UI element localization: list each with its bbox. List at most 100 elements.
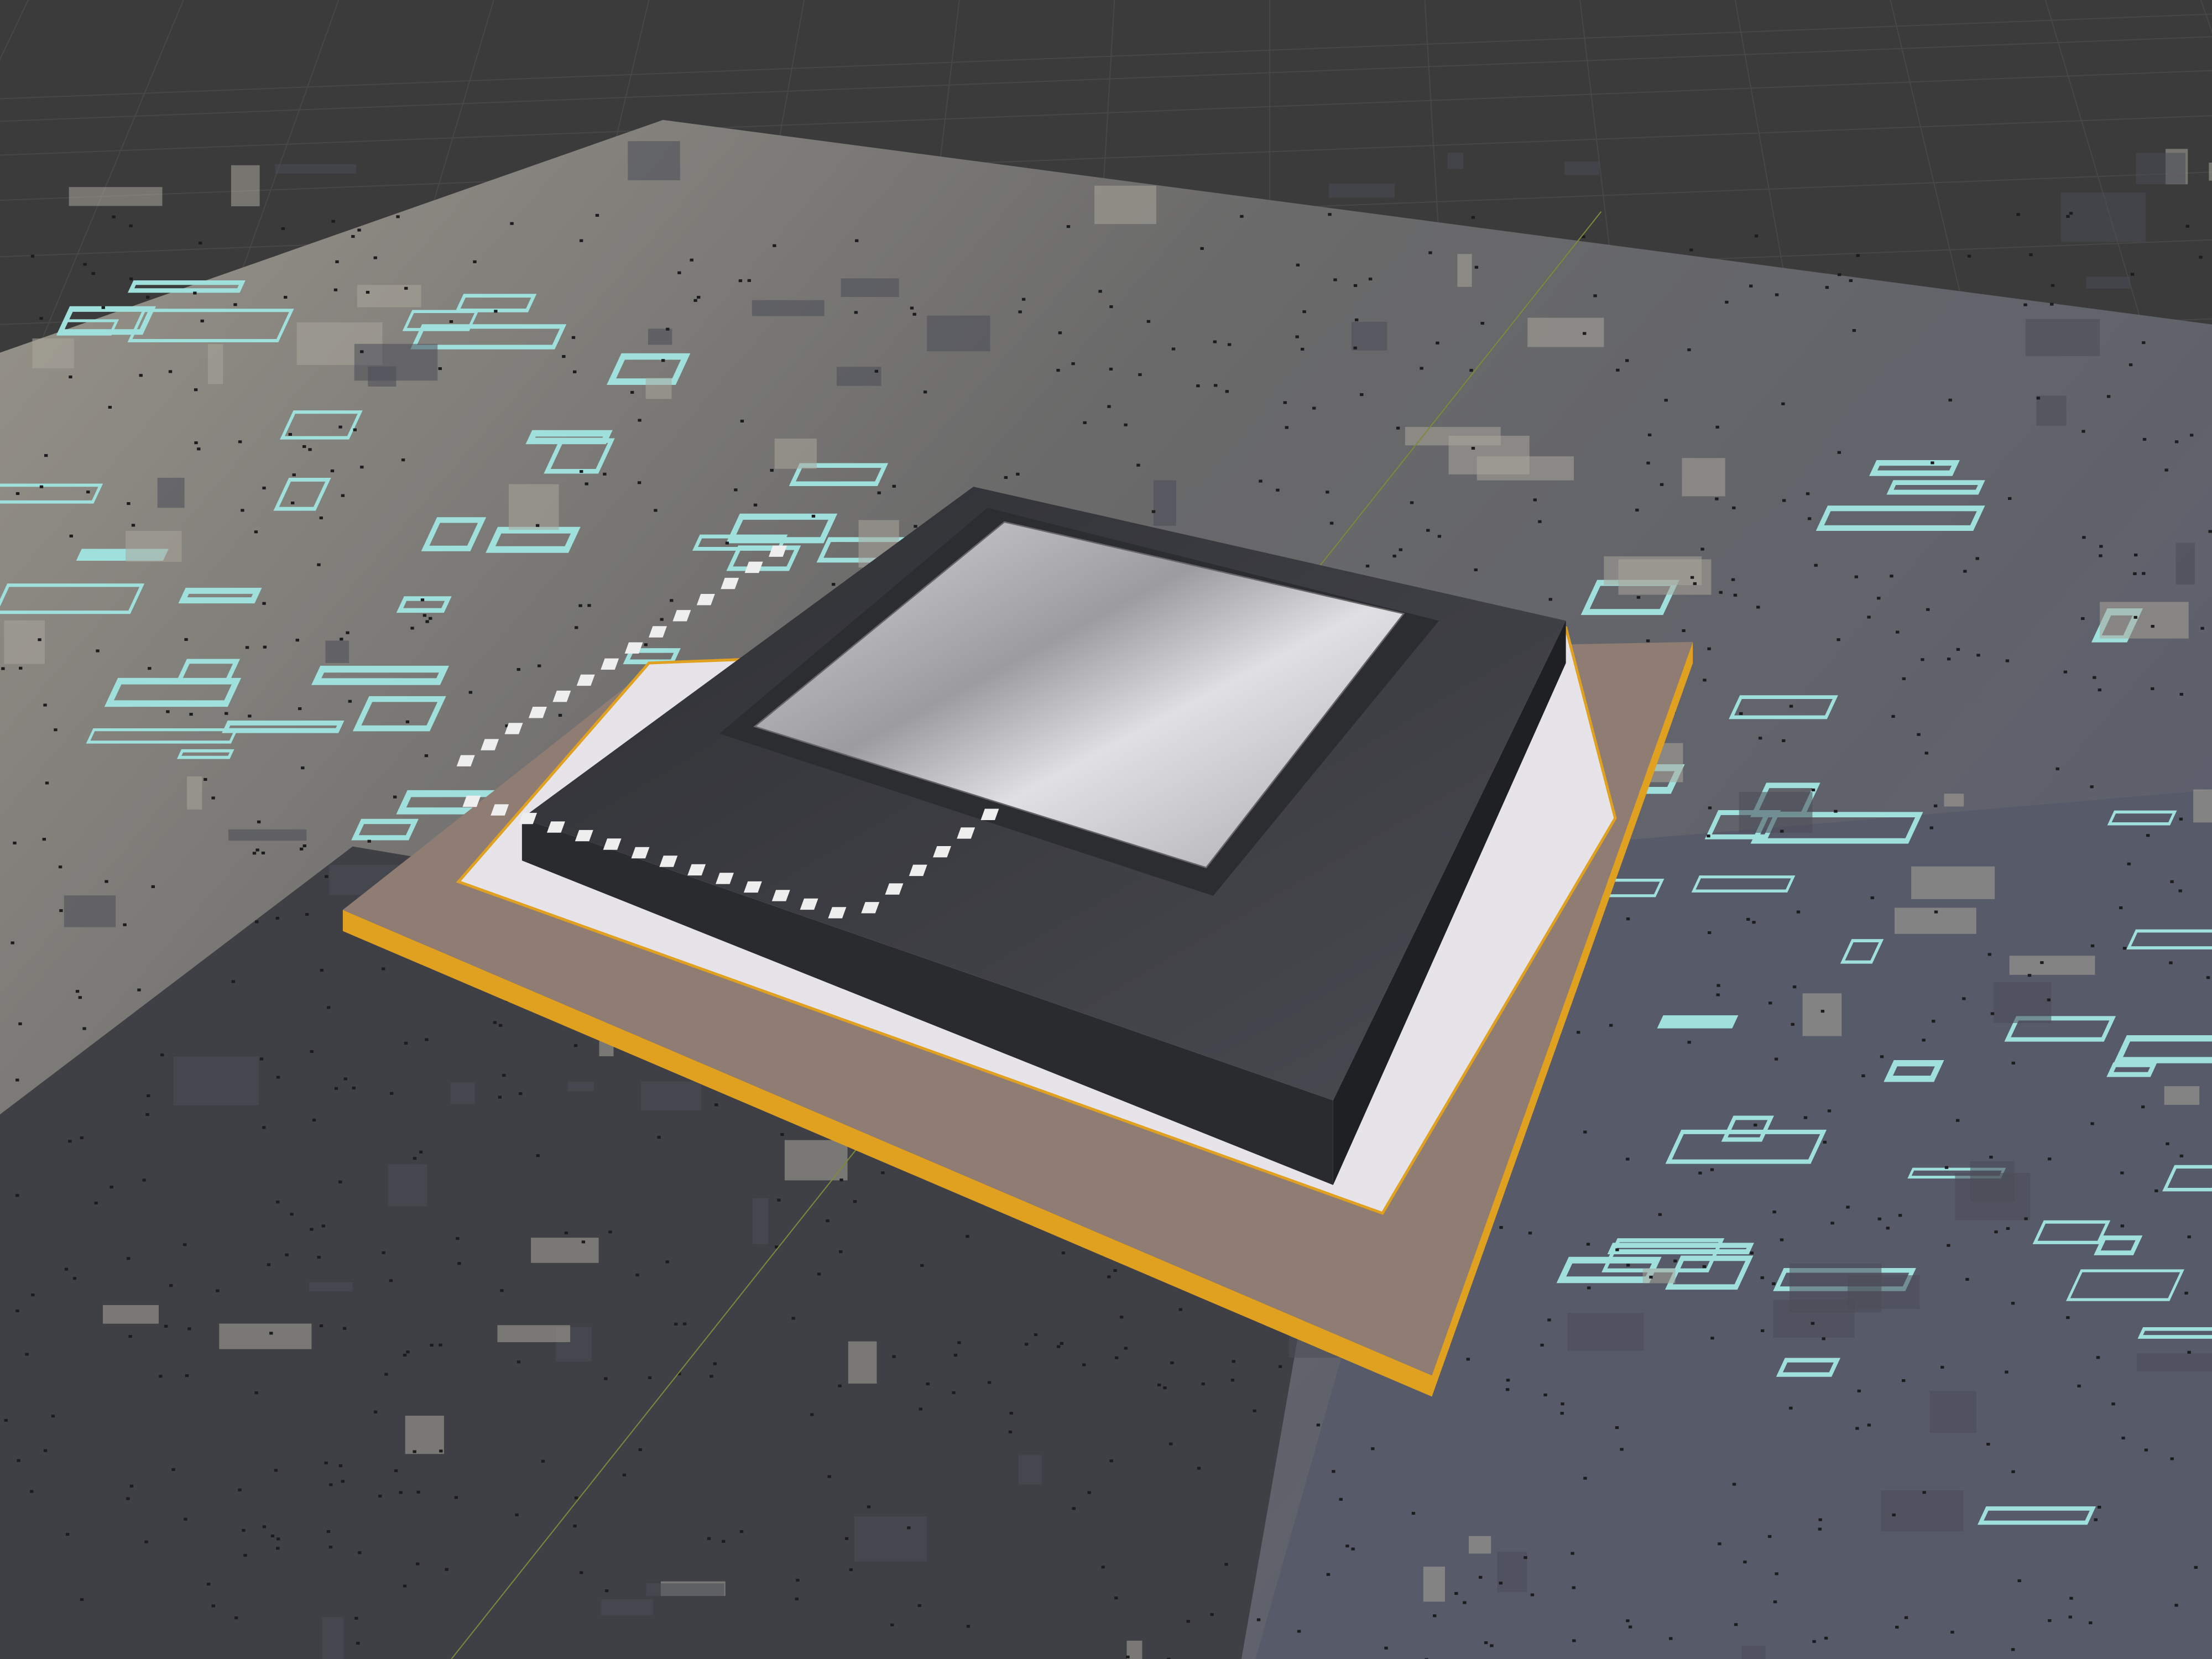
board-component bbox=[64, 895, 116, 927]
via bbox=[1838, 273, 1841, 276]
board-component bbox=[841, 278, 899, 297]
via bbox=[1962, 997, 1966, 1000]
via bbox=[1669, 1637, 1673, 1640]
board-component bbox=[1944, 794, 1964, 807]
via bbox=[327, 1006, 331, 1009]
via bbox=[1758, 737, 1762, 740]
via bbox=[283, 295, 288, 299]
via bbox=[1625, 359, 1629, 362]
via bbox=[1484, 1641, 1488, 1645]
via bbox=[2120, 1224, 2125, 1228]
via bbox=[1646, 639, 1650, 643]
via bbox=[15, 492, 20, 495]
via bbox=[2199, 255, 2203, 259]
via bbox=[129, 224, 133, 227]
via bbox=[2098, 1505, 2101, 1509]
via bbox=[1635, 508, 1639, 512]
via bbox=[1796, 910, 1801, 914]
3d-viewport[interactable] bbox=[0, 0, 2212, 1659]
via bbox=[2011, 1648, 2015, 1651]
via bbox=[1109, 1459, 1113, 1463]
via bbox=[473, 260, 477, 263]
via bbox=[1682, 629, 1686, 632]
via bbox=[406, 1350, 410, 1354]
via bbox=[1586, 1243, 1590, 1246]
via bbox=[734, 488, 738, 492]
via bbox=[1830, 1222, 1834, 1225]
via bbox=[1700, 547, 1704, 551]
via bbox=[1436, 341, 1439, 345]
via bbox=[738, 279, 743, 283]
via bbox=[1822, 1337, 1825, 1340]
board-component bbox=[207, 344, 223, 384]
via bbox=[697, 296, 701, 299]
via bbox=[360, 466, 364, 469]
via bbox=[105, 880, 108, 883]
via bbox=[1781, 402, 1785, 405]
via bbox=[428, 617, 432, 620]
via bbox=[351, 235, 355, 238]
via bbox=[1967, 254, 1971, 258]
via bbox=[211, 1604, 216, 1608]
via bbox=[1240, 215, 1244, 218]
via bbox=[502, 1073, 506, 1077]
via bbox=[966, 1235, 969, 1238]
via bbox=[151, 885, 155, 888]
via bbox=[373, 256, 377, 259]
via bbox=[1297, 1630, 1301, 1633]
via bbox=[1259, 479, 1262, 483]
via bbox=[725, 541, 729, 545]
via bbox=[1157, 1383, 1161, 1386]
via bbox=[654, 509, 658, 512]
via bbox=[11, 941, 14, 945]
via bbox=[1818, 1518, 1822, 1521]
via bbox=[562, 355, 566, 358]
via bbox=[112, 215, 116, 218]
board-component bbox=[157, 477, 185, 508]
via bbox=[1533, 498, 1537, 502]
via bbox=[1506, 1379, 1510, 1382]
via bbox=[892, 1355, 896, 1358]
via bbox=[1396, 426, 1400, 430]
via bbox=[234, 1616, 238, 1620]
via bbox=[2141, 1105, 2145, 1109]
board-component bbox=[231, 165, 260, 207]
via bbox=[342, 1327, 347, 1330]
via bbox=[127, 502, 131, 505]
via bbox=[2187, 1235, 2191, 1239]
board-component bbox=[927, 315, 990, 352]
via bbox=[537, 664, 541, 667]
board-component bbox=[4, 620, 45, 664]
via bbox=[1690, 576, 1694, 579]
via bbox=[714, 1103, 718, 1107]
via bbox=[910, 306, 914, 310]
board-component bbox=[784, 1140, 848, 1181]
via bbox=[753, 503, 758, 507]
via bbox=[707, 1537, 711, 1540]
via bbox=[2121, 1436, 2125, 1439]
via bbox=[1917, 733, 1921, 736]
via bbox=[254, 530, 258, 534]
via bbox=[1368, 277, 1373, 281]
via bbox=[1731, 578, 1735, 581]
via bbox=[2068, 1615, 2072, 1619]
via bbox=[826, 1219, 830, 1223]
via bbox=[2111, 1402, 2115, 1406]
via bbox=[185, 1374, 189, 1378]
scene-render[interactable] bbox=[0, 0, 2212, 1659]
via bbox=[2208, 530, 2212, 533]
via bbox=[1647, 433, 1652, 437]
via bbox=[1880, 1055, 1884, 1058]
via bbox=[51, 1415, 55, 1418]
via bbox=[1990, 1012, 1995, 1015]
via bbox=[262, 1525, 267, 1528]
via bbox=[18, 1022, 22, 1025]
board-component bbox=[836, 367, 881, 386]
via bbox=[500, 1289, 504, 1292]
via bbox=[1811, 788, 1815, 792]
via bbox=[660, 618, 664, 621]
via bbox=[1707, 834, 1710, 838]
via bbox=[96, 649, 100, 653]
via bbox=[319, 517, 323, 520]
via bbox=[1146, 320, 1151, 323]
